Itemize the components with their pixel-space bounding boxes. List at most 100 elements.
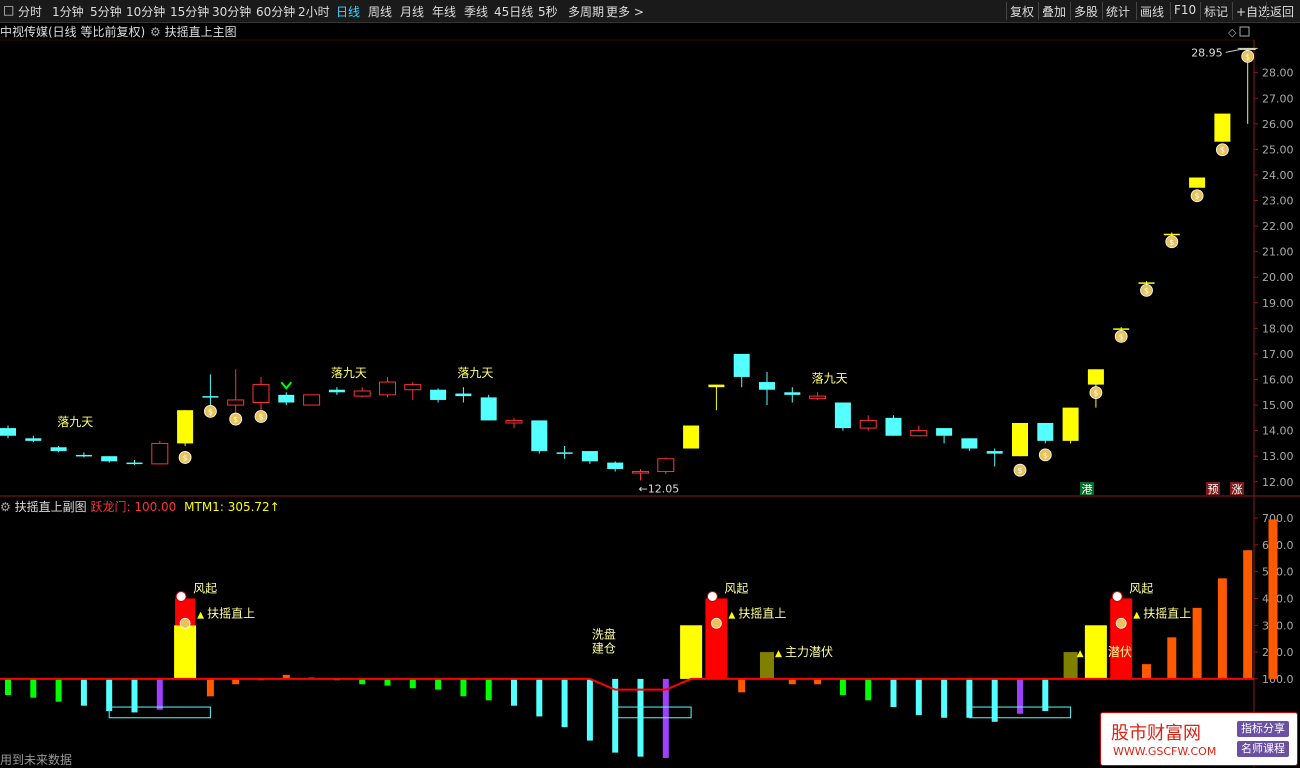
sub-bar	[206, 678, 214, 697]
sub-bar	[1167, 637, 1177, 679]
main-y-tick-label: 15.00	[1262, 399, 1294, 412]
alarm-icon	[175, 590, 187, 602]
candle-body	[581, 451, 598, 462]
signal-luojiutian: 落九天	[457, 366, 493, 380]
candle-body	[632, 471, 649, 474]
label-fuyao: 扶摇直上	[738, 605, 786, 620]
candle-body	[1087, 369, 1104, 385]
watermark-tag-course: 名师课程	[1237, 741, 1289, 757]
signal-luojiutian: 落九天	[812, 371, 848, 385]
market-badge-text: 港	[1082, 483, 1093, 496]
candle-body	[303, 394, 321, 406]
sub-bar	[760, 652, 774, 679]
sub-bar	[409, 678, 416, 689]
sub-bar	[174, 625, 197, 679]
candle-body	[759, 382, 775, 390]
sub-bar	[915, 678, 922, 716]
label-fuyao: 扶摇直上	[207, 605, 255, 620]
sub-bar	[586, 678, 593, 741]
candle-body	[1138, 282, 1155, 284]
candle-body	[784, 392, 801, 395]
candle-body	[733, 353, 750, 377]
candle-body	[252, 384, 270, 404]
fuyao-marker: ▲	[728, 610, 735, 620]
sub-bar	[1042, 678, 1049, 712]
candle-body	[834, 402, 851, 429]
main-y-tick-label: 17.00	[1262, 348, 1294, 361]
candle-body	[1012, 422, 1028, 457]
candle-body	[683, 425, 700, 449]
sub-bar	[680, 625, 703, 679]
candle-body	[859, 419, 877, 429]
candle-body	[75, 454, 92, 457]
main-y-tick-label: 21.00	[1262, 246, 1294, 259]
ylm-label: 跃龙门:	[90, 500, 131, 514]
sub-bar	[435, 678, 442, 690]
ylm-value: 100.00	[134, 500, 177, 514]
money-bag-symbol: $	[1017, 466, 1022, 475]
sub-bar	[1142, 664, 1151, 679]
money-bag-symbol: $	[1245, 52, 1250, 61]
maximize-icon	[1239, 26, 1250, 37]
candle-body	[809, 395, 827, 400]
sub-bar	[662, 678, 669, 758]
candle-body	[708, 384, 725, 388]
money-bag-symbol: $	[1169, 238, 1174, 247]
candle-body	[1062, 407, 1079, 441]
sub-bar	[561, 678, 568, 728]
sub-bar	[1063, 652, 1078, 679]
main-y-tick-label: 13.00	[1262, 450, 1294, 463]
sub-bar	[941, 678, 948, 718]
main-y-tick-label: 27.00	[1262, 92, 1294, 105]
sub-bar	[1084, 625, 1107, 679]
alarm-icon	[706, 590, 718, 602]
sub-bar	[80, 678, 87, 706]
label-fengqi: 风起	[724, 581, 748, 595]
low-price-label: ←12.05	[639, 482, 680, 495]
sub-gear-icon[interactable]: ⚙	[0, 500, 11, 514]
sub-bar	[991, 678, 998, 722]
watermark-title: 股市财富网	[1111, 723, 1201, 744]
label-xipan: 洗盘	[592, 627, 616, 642]
main-y-tick-label: 26.00	[1262, 118, 1294, 131]
high-price-label: 28.95	[1191, 46, 1223, 59]
money-bag-symbol: $	[1144, 286, 1149, 295]
label-jiancang: 建仓	[592, 642, 616, 656]
candle-body	[353, 390, 371, 397]
candle-body	[202, 396, 219, 398]
candle-body	[328, 389, 345, 393]
ylm-line	[0, 677, 1254, 691]
mtm-label: MTM1:	[184, 500, 224, 514]
label-zhuli-2: 潜伏	[1108, 645, 1132, 659]
sub-bar	[460, 678, 467, 697]
sub-bar	[156, 678, 163, 710]
sub-y-tick-label: 600.0	[1262, 539, 1294, 552]
candle-body	[25, 438, 42, 441]
sub-y-tick-label: 300.0	[1262, 619, 1294, 632]
money-bag-symbol: $	[1119, 332, 1124, 341]
main-y-tick-label: 16.00	[1262, 374, 1294, 387]
signal-luojiutian: 落九天	[57, 415, 93, 429]
fuyao-marker: ▲	[197, 610, 204, 620]
candle-body	[1214, 113, 1231, 142]
washout-box	[614, 706, 692, 719]
main-y-tick-label: 24.00	[1262, 169, 1294, 182]
alarm-icon	[1111, 590, 1123, 602]
sub-bar	[55, 678, 62, 702]
candle-body	[1189, 177, 1206, 188]
main-y-tick-label: 18.00	[1262, 322, 1294, 335]
candle-body	[227, 399, 245, 406]
high-pointer	[1225, 47, 1246, 53]
sub-bar	[1243, 550, 1253, 679]
money-bag-symbol: $	[1195, 192, 1200, 201]
future-data-note: 用到未来数据	[0, 753, 73, 767]
candle-body	[885, 417, 902, 436]
sub-bar	[511, 678, 517, 706]
price-chart[interactable]: 28.00 27.00 26.00 25.00 24.00 23.00 22.00 21.00…	[0, 0, 1300, 767]
sub-bar	[738, 678, 746, 693]
candle-body	[430, 389, 447, 400]
candle-body	[1163, 233, 1180, 236]
main-y-tick-label: 23.00	[1262, 195, 1294, 208]
money-bag-icon	[179, 617, 191, 629]
sub-bar	[1217, 578, 1227, 679]
